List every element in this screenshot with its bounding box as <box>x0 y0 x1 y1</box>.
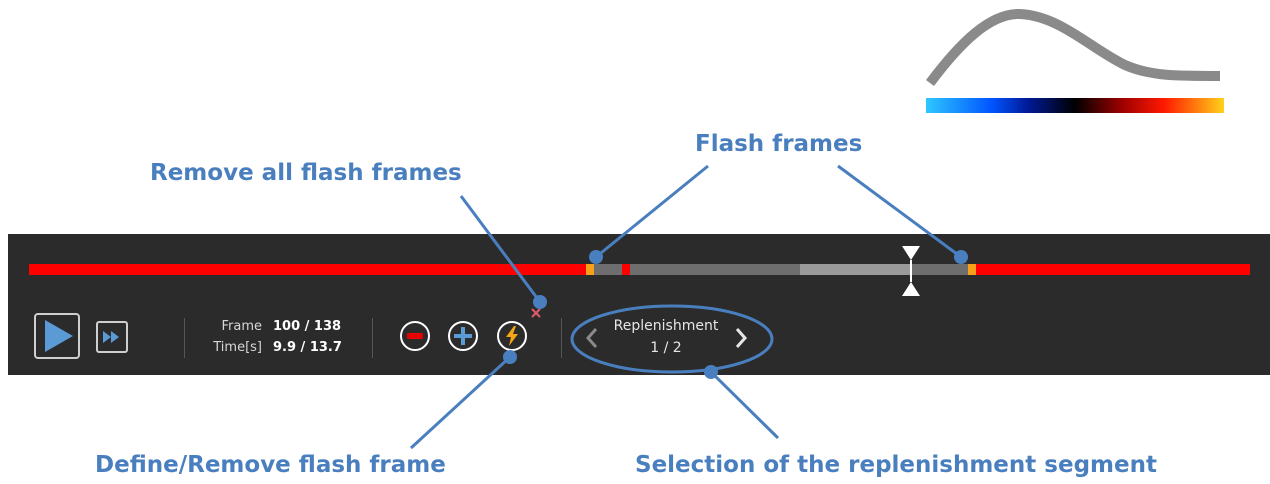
leader-line <box>459 195 542 303</box>
leader-line <box>837 164 962 259</box>
annotation-overlay <box>409 164 968 450</box>
callout-dot <box>954 250 968 264</box>
callout-dot <box>704 365 718 379</box>
leader-line <box>595 164 709 259</box>
callout-dot <box>503 350 517 364</box>
callout-dot <box>589 250 603 264</box>
leader-line <box>409 355 512 450</box>
selection-ellipse <box>570 304 774 374</box>
callout-dot <box>533 295 547 309</box>
leader-line <box>709 370 780 440</box>
